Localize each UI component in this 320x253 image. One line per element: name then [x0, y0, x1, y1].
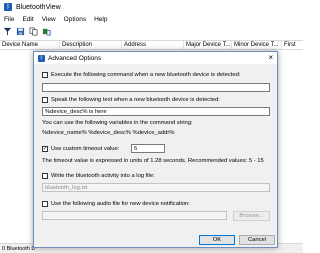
- execute-command-input[interactable]: [42, 83, 270, 92]
- custom-timeout-checkbox[interactable]: [42, 146, 48, 152]
- menu-bar: File Edit View Options Help: [0, 14, 303, 24]
- column-device-name[interactable]: Device Name: [0, 41, 60, 49]
- column-address[interactable]: Address: [122, 41, 184, 49]
- execute-command-label: Execute the following command when a new…: [51, 72, 241, 78]
- log-file-option[interactable]: Write the bluetooth activity into a log …: [42, 173, 155, 179]
- audio-file-label: Use the following audio file for new dev…: [51, 201, 190, 207]
- custom-timeout-option[interactable]: Use custom timeout value:: [42, 146, 119, 152]
- dialog-title-bar: ᛒ Advanced Options ×: [34, 52, 277, 64]
- column-first[interactable]: First: [282, 41, 303, 49]
- speak-text-input[interactable]: %device_desc% is here: [42, 107, 270, 116]
- close-icon[interactable]: ×: [268, 53, 273, 63]
- execute-command-checkbox[interactable]: [42, 72, 48, 78]
- menu-edit[interactable]: Edit: [18, 16, 37, 23]
- cancel-button[interactable]: Cancel: [239, 235, 275, 245]
- speak-text-label: Speak the following text when a new blue…: [51, 97, 220, 103]
- toolbar: [0, 24, 303, 38]
- audio-file-checkbox[interactable]: [42, 201, 48, 207]
- log-file-label: Write the bluetooth activity into a log …: [51, 173, 155, 179]
- bluetooth-app-icon: ᛒ: [4, 3, 12, 11]
- custom-timeout-label: Use custom timeout value:: [51, 146, 120, 152]
- status-text: 0 Bluetooth D: [2, 245, 36, 252]
- list-header: Device Name Description Address Major De…: [0, 40, 303, 50]
- menu-file[interactable]: File: [0, 16, 18, 23]
- timeout-note: The timeout value is expressed in units …: [42, 158, 264, 164]
- save-icon[interactable]: [15, 26, 26, 37]
- window-title: BluetoothView: [16, 3, 61, 11]
- menu-help[interactable]: Help: [90, 16, 111, 23]
- speak-text-checkbox[interactable]: [42, 97, 48, 103]
- column-description[interactable]: Description: [60, 41, 122, 49]
- menu-view[interactable]: View: [38, 16, 60, 23]
- browse-button[interactable]: Browse...: [233, 211, 270, 221]
- variables-list: %device_name% %device_desc% %device_addr…: [42, 130, 175, 136]
- log-file-input[interactable]: bluetooth_log.txt: [42, 183, 270, 192]
- custom-timeout-input[interactable]: 5: [131, 144, 165, 153]
- log-file-checkbox[interactable]: [42, 173, 48, 179]
- variables-intro: You can use the following variables in t…: [42, 120, 193, 126]
- dialog-title: Advanced Options: [48, 54, 102, 62]
- filter-icon[interactable]: [2, 26, 13, 37]
- advanced-options-dialog: ᛒ Advanced Options × Execute the followi…: [33, 51, 278, 248]
- audio-file-option[interactable]: Use the following audio file for new dev…: [42, 201, 190, 207]
- column-major-device-type[interactable]: Major Device T...: [184, 41, 232, 49]
- bluetooth-app-icon: ᛒ: [38, 54, 45, 62]
- menu-options[interactable]: Options: [60, 16, 90, 23]
- column-minor-device-type[interactable]: Minor Device T...: [232, 41, 282, 49]
- execute-command-option[interactable]: Execute the following command when a new…: [42, 72, 240, 78]
- audio-file-input[interactable]: [42, 211, 227, 220]
- ok-button[interactable]: OK: [199, 235, 235, 245]
- device-properties-icon[interactable]: [41, 26, 52, 37]
- title-bar: ᛒ BluetoothView: [0, 0, 303, 14]
- copy-icon[interactable]: [28, 26, 39, 37]
- speak-text-option[interactable]: Speak the following text when a new blue…: [42, 97, 220, 103]
